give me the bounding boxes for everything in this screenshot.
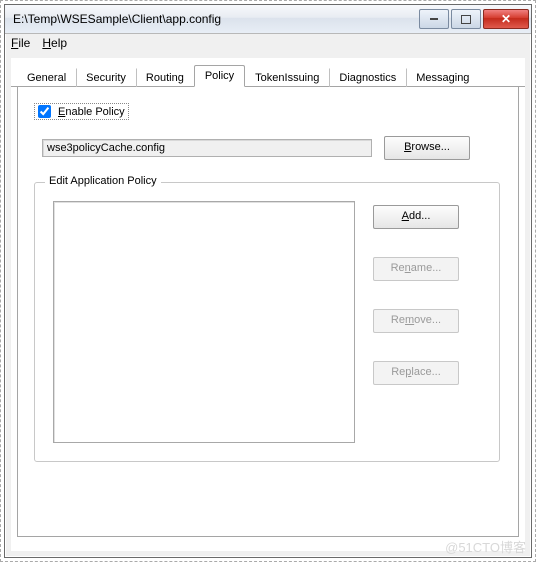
app-window: E:\Temp\WSESample\Client\app.config ✕ Fi…: [4, 4, 532, 558]
titlebar: E:\Temp\WSESample\Client\app.config ✕: [5, 5, 531, 34]
menu-help[interactable]: Help: [42, 36, 67, 56]
minimize-icon: [430, 18, 438, 20]
window-controls: ✕: [417, 9, 529, 29]
fieldset-label: Edit Application Policy: [45, 175, 161, 187]
tab-security[interactable]: Security: [76, 68, 136, 87]
policy-panel: Enable Policy wse3policyCache.config Bro…: [17, 87, 519, 537]
tab-routing[interactable]: Routing: [136, 68, 194, 87]
tab-diagnostics[interactable]: Diagnostics: [329, 68, 406, 87]
browse-button[interactable]: Browse...: [384, 136, 470, 160]
tab-messaging[interactable]: Messaging: [406, 68, 479, 87]
maximize-icon: [461, 15, 471, 24]
enable-policy-input[interactable]: [38, 105, 51, 118]
tab-tokenissuing[interactable]: TokenIssuing: [245, 68, 329, 87]
content-area: General Security Routing Policy TokenIss…: [11, 58, 525, 551]
enable-policy-checkbox[interactable]: Enable Policy: [34, 103, 129, 120]
minimize-button[interactable]: [419, 9, 449, 29]
add-button[interactable]: Add...: [373, 205, 459, 229]
tab-general[interactable]: General: [17, 68, 76, 87]
cache-path-row: wse3policyCache.config Browse...: [42, 136, 508, 160]
policy-listbox[interactable]: [53, 201, 355, 443]
remove-button: Remove...: [373, 309, 459, 333]
enable-policy-label: nable Policy: [65, 106, 124, 118]
window-title: E:\Temp\WSESample\Client\app.config: [13, 12, 417, 26]
cache-path-input[interactable]: wse3policyCache.config: [42, 139, 372, 157]
tab-policy[interactable]: Policy: [194, 65, 245, 87]
menubar: File Help: [5, 34, 531, 56]
edit-policy-fieldset: Edit Application Policy Add... Rename...…: [34, 182, 500, 462]
policy-buttons: Add... Rename... Remove... Replace...: [373, 201, 459, 443]
rename-button: Rename...: [373, 257, 459, 281]
maximize-button[interactable]: [451, 9, 481, 29]
replace-button: Replace...: [373, 361, 459, 385]
close-button[interactable]: ✕: [483, 9, 529, 29]
tab-row: General Security Routing Policy TokenIss…: [11, 58, 525, 87]
menu-file[interactable]: File: [11, 36, 30, 56]
close-icon: ✕: [501, 12, 511, 26]
